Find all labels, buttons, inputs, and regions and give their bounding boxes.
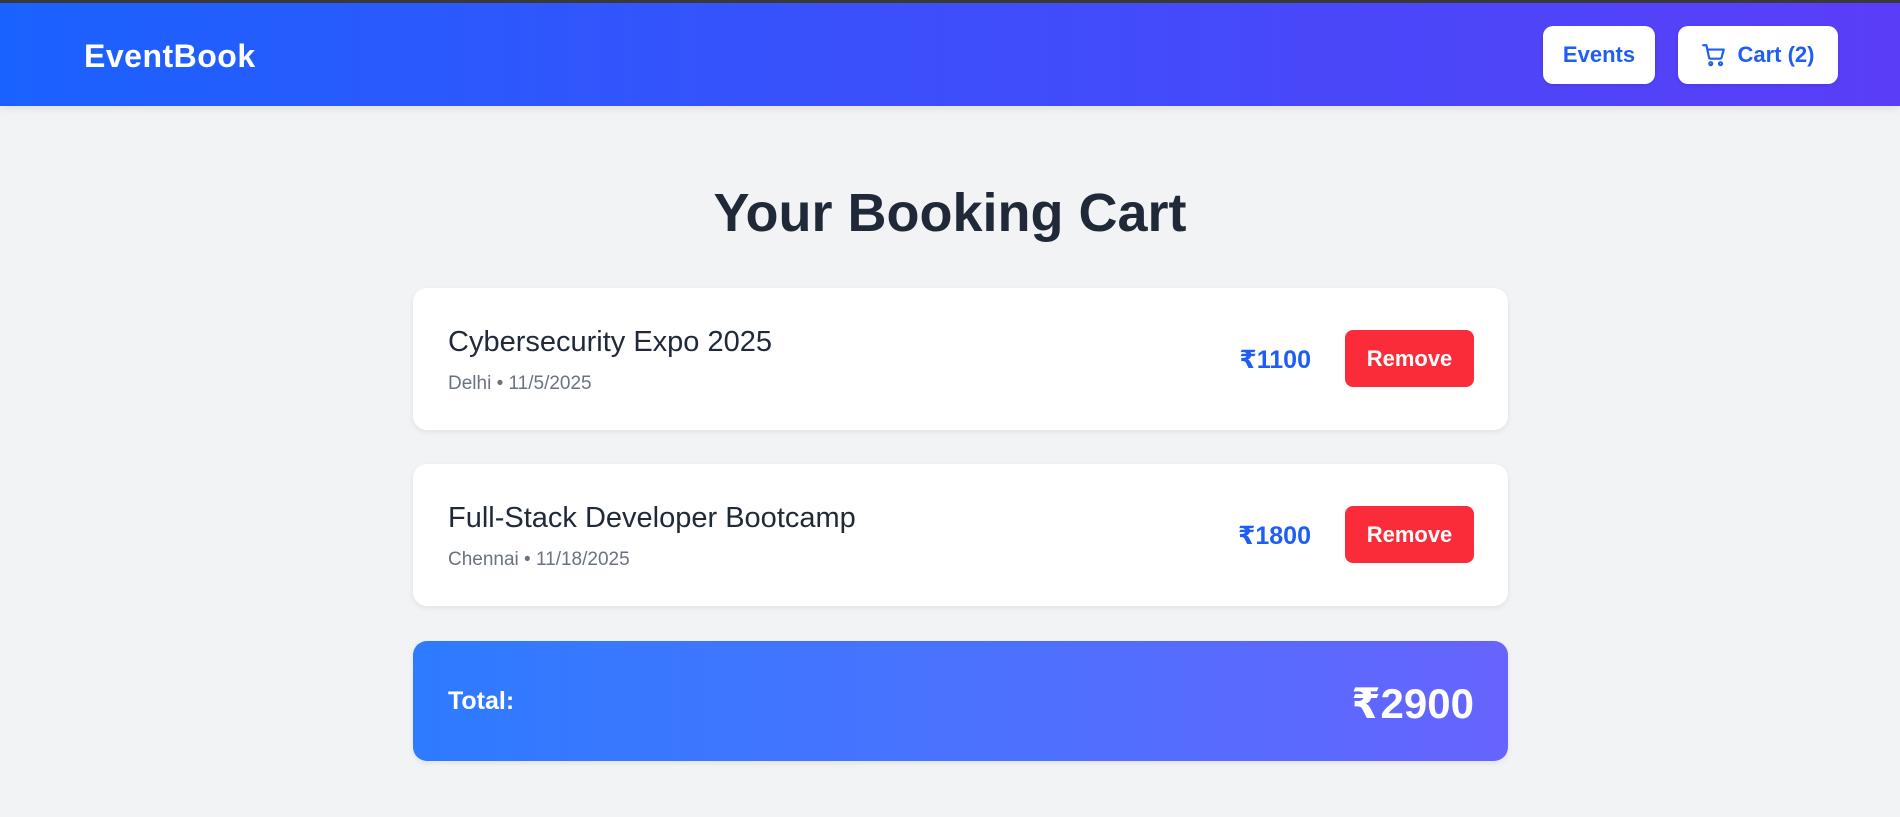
cart-item-name: Cybersecurity Expo 2025 (448, 326, 772, 358)
cart-item: Full-Stack Developer Bootcamp Chennai • … (413, 464, 1508, 606)
cart-item-price: ₹1100 (1239, 346, 1311, 374)
cart-total-bar: Total: ₹2900 (413, 641, 1508, 761)
cart-item-meta: Chennai • 11/18/2025 (448, 549, 630, 570)
remove-button-label: Remove (1366, 345, 1453, 371)
shopping-cart-icon (1702, 44, 1726, 67)
total-value: ₹2900 (1351, 680, 1474, 727)
events-nav-button[interactable]: Events (1543, 26, 1655, 84)
remove-button[interactable]: Remove (1345, 506, 1474, 563)
remove-button[interactable]: Remove (1345, 330, 1474, 387)
page-title: Your Booking Cart (713, 183, 1187, 243)
cart-item-price: ₹1800 (1237, 522, 1311, 550)
cart-item-meta: Delhi • 11/5/2025 (448, 373, 592, 394)
events-nav-label: Events (1562, 42, 1636, 67)
cart-item: Cybersecurity Expo 2025 Delhi • 11/5/202… (413, 288, 1508, 430)
remove-button-label: Remove (1366, 521, 1453, 547)
navbar: EventBook Events Cart (2) (0, 3, 1900, 106)
total-label: Total: (448, 687, 515, 715)
brand-logo[interactable]: EventBook (84, 38, 256, 75)
cart-nav-button[interactable]: Cart (2) (1678, 26, 1838, 84)
cart-nav-label: Cart (2) (1737, 42, 1815, 67)
cart-item-name: Full-Stack Developer Bootcamp (448, 502, 856, 534)
